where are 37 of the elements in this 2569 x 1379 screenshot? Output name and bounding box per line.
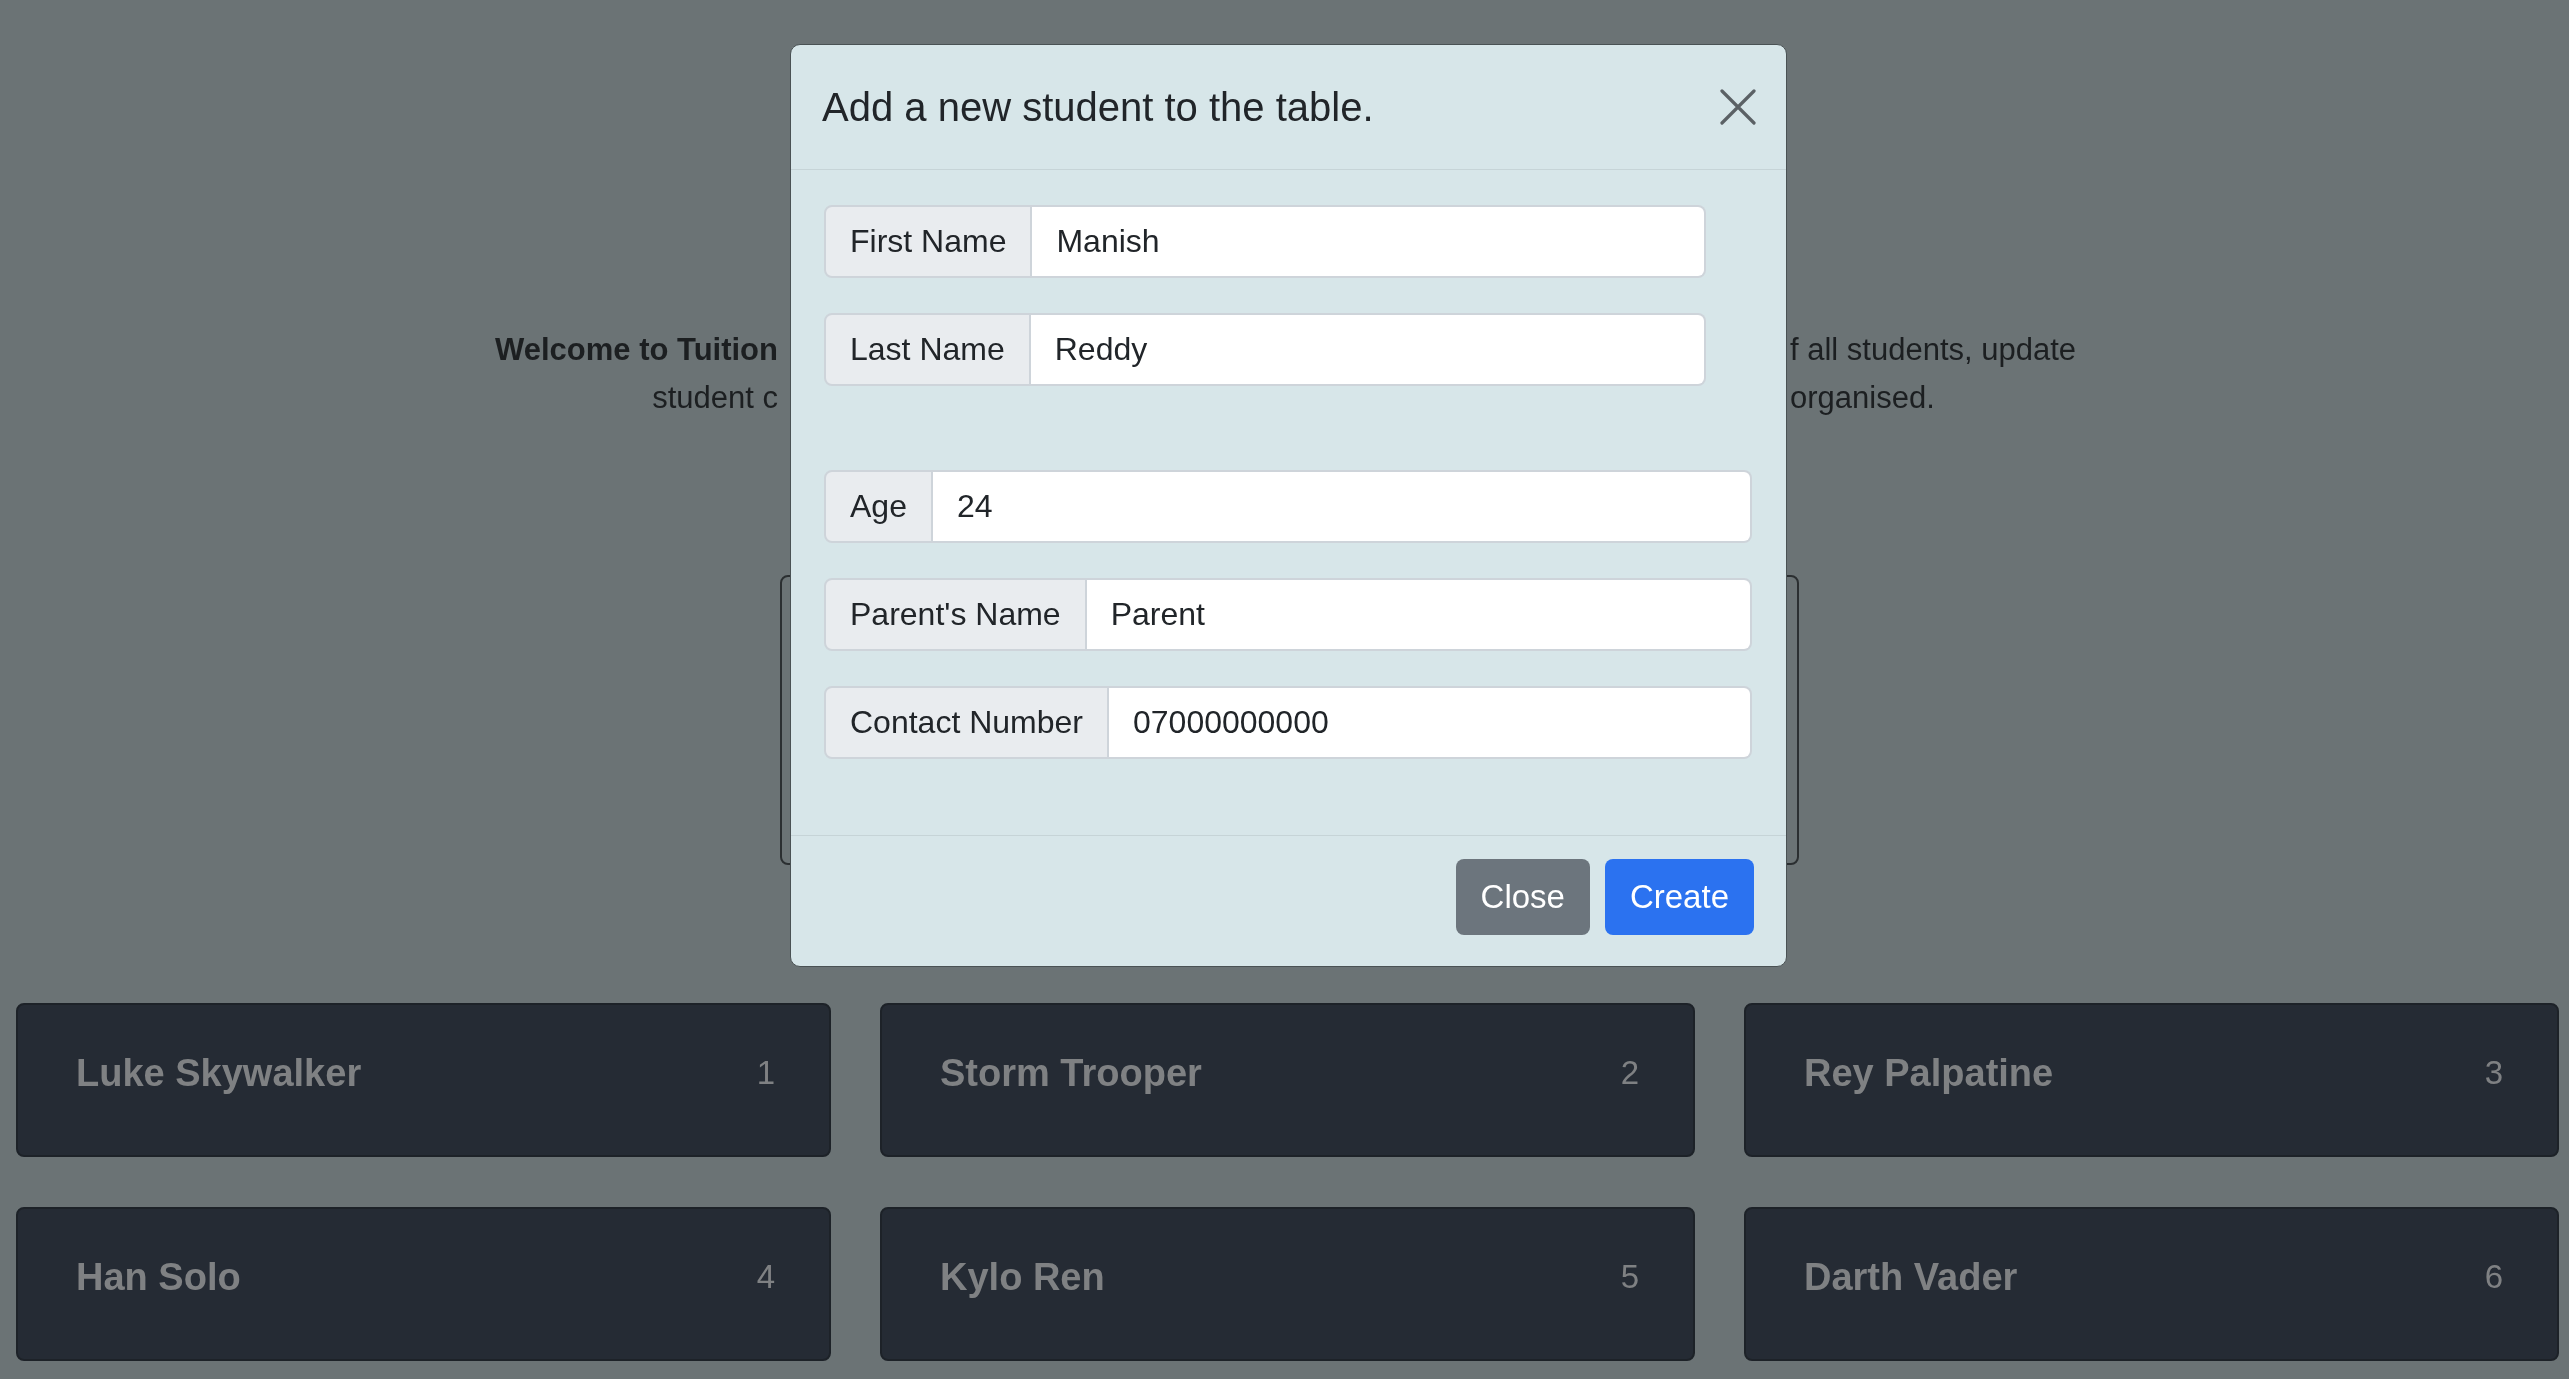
student-number: 3: [2484, 1054, 2503, 1092]
student-number: 4: [756, 1258, 775, 1296]
student-card[interactable]: Kylo Ren 5: [880, 1207, 1695, 1361]
student-card[interactable]: Darth Vader 6: [1744, 1207, 2559, 1361]
student-name: Luke Skywalker: [76, 1051, 362, 1095]
student-number: 2: [1620, 1054, 1639, 1092]
close-button[interactable]: Close: [1455, 859, 1590, 935]
input-field[interactable]: Parent: [1086, 578, 1752, 651]
student-number: 5: [1620, 1258, 1639, 1296]
intro-text: student c: [652, 379, 778, 417]
field-label: Parent's Name: [824, 578, 1087, 651]
student-card[interactable]: Storm Trooper 2: [880, 1003, 1695, 1157]
close-x-button[interactable]: [1720, 89, 1756, 125]
field-label: First Name: [824, 205, 1033, 278]
student-name: Darth Vader: [1804, 1255, 2018, 1299]
close-icon: [1720, 89, 1756, 125]
student-name: Han Solo: [76, 1255, 241, 1299]
input-field[interactable]: 24: [932, 470, 1752, 543]
intro-text: organised.: [1790, 379, 1935, 417]
field-label: Contact Number: [824, 686, 1109, 759]
field-label: Last Name: [824, 313, 1031, 386]
student-card[interactable]: Luke Skywalker 1: [16, 1003, 831, 1157]
modal-title: Add a new student to the table.: [822, 84, 1374, 130]
student-card[interactable]: Han Solo 4: [16, 1207, 831, 1361]
intro-text: f all students, update: [1790, 331, 2077, 369]
intro-text: Welcome to Tuition: [495, 331, 778, 369]
student-number: 1: [756, 1054, 775, 1092]
field-label: Age: [824, 470, 933, 543]
student-name: Storm Trooper: [940, 1051, 1202, 1095]
student-name: Kylo Ren: [940, 1255, 1105, 1299]
input-field[interactable]: 07000000000: [1109, 686, 1752, 759]
student-name: Rey Palpatine: [1804, 1051, 2054, 1095]
student-number: 6: [2484, 1258, 2503, 1296]
input-field[interactable]: Reddy: [1030, 313, 1706, 386]
student-card[interactable]: Rey Palpatine 3: [1744, 1003, 2559, 1157]
input-field[interactable]: Manish: [1032, 205, 1706, 278]
create-button[interactable]: Create: [1604, 859, 1754, 935]
